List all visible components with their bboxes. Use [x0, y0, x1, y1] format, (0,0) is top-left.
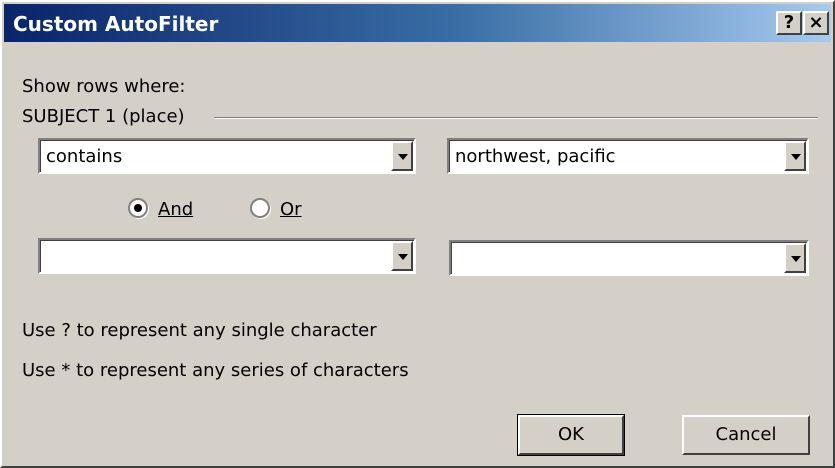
condition1-value-select[interactable]: northwest, pacific	[447, 138, 809, 174]
or-label[interactable]: Or	[280, 199, 302, 220]
help-button[interactable]: ?	[776, 11, 802, 35]
wildcard-hint-series: Use * to represent any series of charact…	[22, 360, 409, 381]
condition1-operator-value: contains	[46, 146, 123, 167]
condition1-operator-select[interactable]: contains	[38, 138, 416, 174]
condition1-value-text: northwest, pacific	[455, 146, 616, 167]
condition2-operator-select[interactable]	[38, 238, 416, 274]
field-label: SUBJECT 1 (place)	[22, 106, 185, 127]
and-radio[interactable]	[128, 198, 148, 218]
close-button[interactable]: ×	[803, 11, 829, 35]
custom-autofilter-dialog: Custom AutoFilter ? × Show rows where: S…	[0, 0, 835, 468]
radio-selected-dot	[134, 204, 142, 212]
dialog-title: Custom AutoFilter	[13, 12, 219, 36]
group-divider	[214, 117, 818, 119]
cancel-button[interactable]: Cancel	[682, 415, 810, 455]
ok-button[interactable]: OK	[517, 414, 625, 456]
chevron-down-icon[interactable]	[784, 243, 806, 273]
chevron-down-icon[interactable]	[391, 241, 413, 271]
chevron-down-icon[interactable]	[391, 141, 413, 171]
condition2-value-select[interactable]	[449, 240, 809, 276]
or-radio[interactable]	[250, 198, 270, 218]
wildcard-hint-single: Use ? to represent any single character	[22, 320, 377, 341]
and-label[interactable]: And	[158, 199, 193, 220]
chevron-down-icon[interactable]	[784, 141, 806, 171]
show-rows-label: Show rows where:	[22, 76, 186, 97]
title-bar[interactable]: Custom AutoFilter ? ×	[4, 4, 831, 42]
